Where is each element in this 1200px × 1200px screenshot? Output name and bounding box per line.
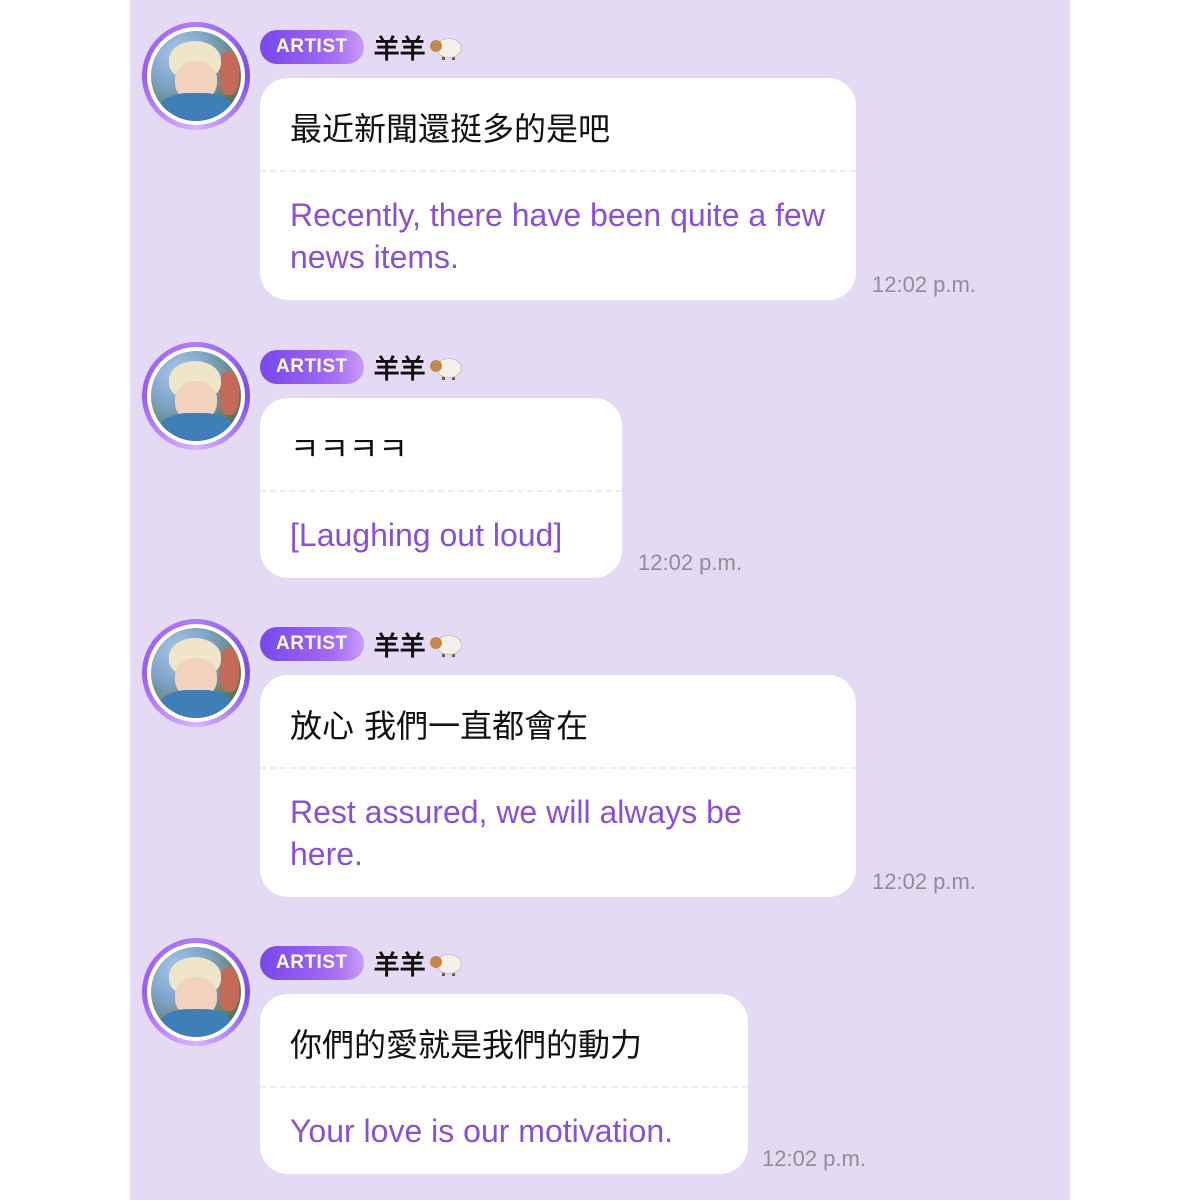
avatar[interactable] [142,342,250,450]
timestamp: 12:02 p.m. [872,869,976,894]
avatar-photo [151,628,241,718]
message-header: ARTIST 羊羊 [260,28,462,66]
message-item: ARTIST 羊羊 ㅋㅋㅋㅋ [Laughing out loud] 12:02… [130,320,1070,590]
username[interactable]: 羊羊 [374,626,426,663]
avatar[interactable] [142,22,250,130]
avatar-photo [151,31,241,121]
message-header: ARTIST 羊羊 [260,944,462,982]
avatar[interactable] [142,938,250,1046]
original-text: ㅋㅋㅋㅋ [290,430,408,468]
timestamp: 12:02 p.m. [638,550,742,575]
message-header: ARTIST 羊羊 [260,625,462,663]
timestamp: 12:02 p.m. [762,1146,866,1171]
avatar-ring [147,943,245,1041]
username[interactable]: 羊羊 [374,349,426,386]
divider [260,1086,748,1088]
message-bubble[interactable]: ㅋㅋㅋㅋ [Laughing out loud] [260,398,622,578]
artist-badge: ARTIST [260,30,364,64]
message-bubble[interactable]: 放心 我們一直都會在 Rest assured, we will always … [260,675,856,897]
sheep-icon [429,950,462,976]
artist-badge: ARTIST [260,350,364,384]
avatar[interactable] [142,619,250,727]
message-item: ARTIST 羊羊 你們的愛就是我們的動力 Your love is our m… [130,916,1070,1186]
divider [260,490,622,492]
artist-badge: ARTIST [260,627,364,661]
avatar-ring [147,624,245,722]
username[interactable]: 羊羊 [374,29,426,66]
timestamp: 12:02 p.m. [872,272,976,297]
translation-text: Rest assured, we will always be here. [290,794,742,872]
sheep-icon [429,354,462,380]
message-bubble[interactable]: 最近新聞還挺多的是吧 Recently, there have been qui… [260,78,856,300]
translation-text: Your love is our motivation. [290,1113,674,1149]
sheep-icon [429,631,462,657]
avatar-photo [151,947,241,1037]
chat-panel[interactable]: ARTIST 羊羊 最近新聞還挺多的是吧 Recently, there hav… [130,0,1070,1200]
translation-text: [Laughing out loud] [290,517,563,553]
original-text: 最近新聞還挺多的是吧 [290,110,611,148]
sheep-icon [429,34,462,60]
username[interactable]: 羊羊 [374,945,426,982]
message-header: ARTIST 羊羊 [260,348,462,386]
translation-text: Recently, there have been quite a few ne… [290,197,825,275]
avatar-ring [147,347,245,445]
message-bubble[interactable]: 你們的愛就是我們的動力 Your love is our motivation. [260,994,748,1174]
artist-badge: ARTIST [260,946,364,980]
avatar-photo [151,351,241,441]
avatar-ring [147,27,245,125]
message-item: ARTIST 羊羊 最近新聞還挺多的是吧 Recently, there hav… [130,0,1070,310]
original-text: 你們的愛就是我們的動力 [290,1026,643,1064]
divider [260,767,856,769]
original-text: 放心 我們一直都會在 [290,707,589,745]
divider [260,170,856,172]
message-item: ARTIST 羊羊 放心 我們一直都會在 Rest assured, we wi… [130,597,1070,907]
